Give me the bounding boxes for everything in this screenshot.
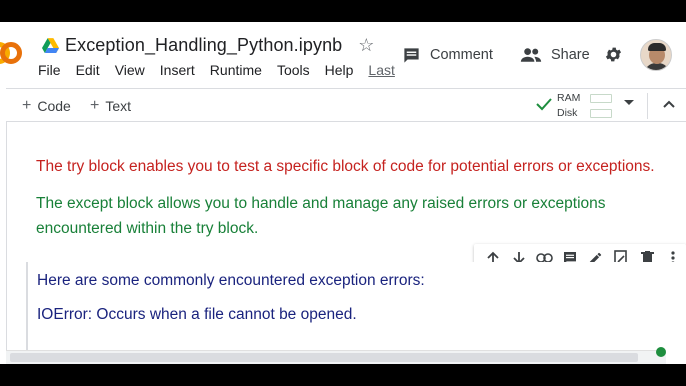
add-code-label: Code bbox=[37, 98, 71, 114]
chevron-right-icon[interactable]: › bbox=[678, 343, 683, 359]
connection-status-icon[interactable] bbox=[656, 347, 666, 357]
checkmark-icon bbox=[536, 98, 552, 111]
google-drive-icon[interactable] bbox=[42, 37, 59, 53]
text-cell-exceptions[interactable]: Here are some commonly encountered excep… bbox=[26, 262, 686, 352]
chevron-up-icon[interactable] bbox=[662, 97, 676, 111]
share-button[interactable]: Share bbox=[520, 44, 590, 66]
user-avatar[interactable] bbox=[640, 39, 672, 71]
menu-tools[interactable]: Tools bbox=[277, 62, 310, 78]
divider bbox=[647, 93, 648, 119]
add-text-label: Text bbox=[105, 98, 132, 114]
plus-icon: + bbox=[90, 97, 100, 114]
menu-runtime[interactable]: Runtime bbox=[210, 62, 262, 78]
notebook-toolbar: + Code + Text RAM Disk bbox=[6, 88, 686, 122]
notebook-title[interactable]: Exception_Handling_Python.ipynb bbox=[65, 35, 342, 56]
gear-icon[interactable] bbox=[604, 45, 623, 64]
resource-indicator[interactable]: RAM Disk bbox=[557, 91, 580, 121]
horizontal-scrollbar[interactable] bbox=[6, 350, 666, 364]
menu-insert[interactable]: Insert bbox=[160, 62, 195, 78]
add-text-button[interactable]: + Text bbox=[90, 97, 131, 115]
chevron-down-icon[interactable] bbox=[624, 100, 634, 105]
disk-bar bbox=[590, 109, 612, 118]
ram-bar bbox=[590, 94, 612, 103]
except-block-description: The except block allows you to handle an… bbox=[36, 195, 606, 237]
star-icon[interactable]: ☆ bbox=[358, 36, 374, 54]
comment-label: Comment bbox=[430, 47, 493, 63]
resource-bars bbox=[590, 94, 612, 124]
people-icon bbox=[520, 48, 542, 62]
menu-file[interactable]: File bbox=[38, 62, 61, 78]
menu-help[interactable]: Help bbox=[325, 62, 354, 78]
scrollbar-thumb[interactable] bbox=[10, 353, 638, 362]
exceptions-heading: Here are some commonly encountered excep… bbox=[37, 272, 425, 289]
ioerror-item: IOError: Occurs when a file cannot be op… bbox=[37, 306, 357, 323]
plus-icon: + bbox=[22, 97, 32, 114]
ram-label: RAM bbox=[557, 92, 581, 104]
colab-logo[interactable] bbox=[0, 40, 22, 66]
menu-view[interactable]: View bbox=[115, 62, 145, 78]
disk-label: Disk bbox=[557, 107, 578, 119]
share-label: Share bbox=[551, 47, 590, 63]
comment-icon bbox=[404, 47, 419, 63]
menu-bar: File Edit View Insert Runtime Tools Help… bbox=[38, 62, 410, 78]
comment-button[interactable]: Comment bbox=[402, 44, 493, 66]
menu-edit[interactable]: Edit bbox=[76, 62, 100, 78]
last-edit-link[interactable]: Last bbox=[368, 62, 394, 78]
title-row: Exception_Handling_Python.ipynb ☆ bbox=[42, 32, 374, 58]
add-code-button[interactable]: + Code bbox=[22, 97, 71, 115]
colab-window: Exception_Handling_Python.ipynb ☆ File E… bbox=[0, 22, 686, 364]
try-block-description: The try block enables you to test a spec… bbox=[36, 158, 655, 175]
